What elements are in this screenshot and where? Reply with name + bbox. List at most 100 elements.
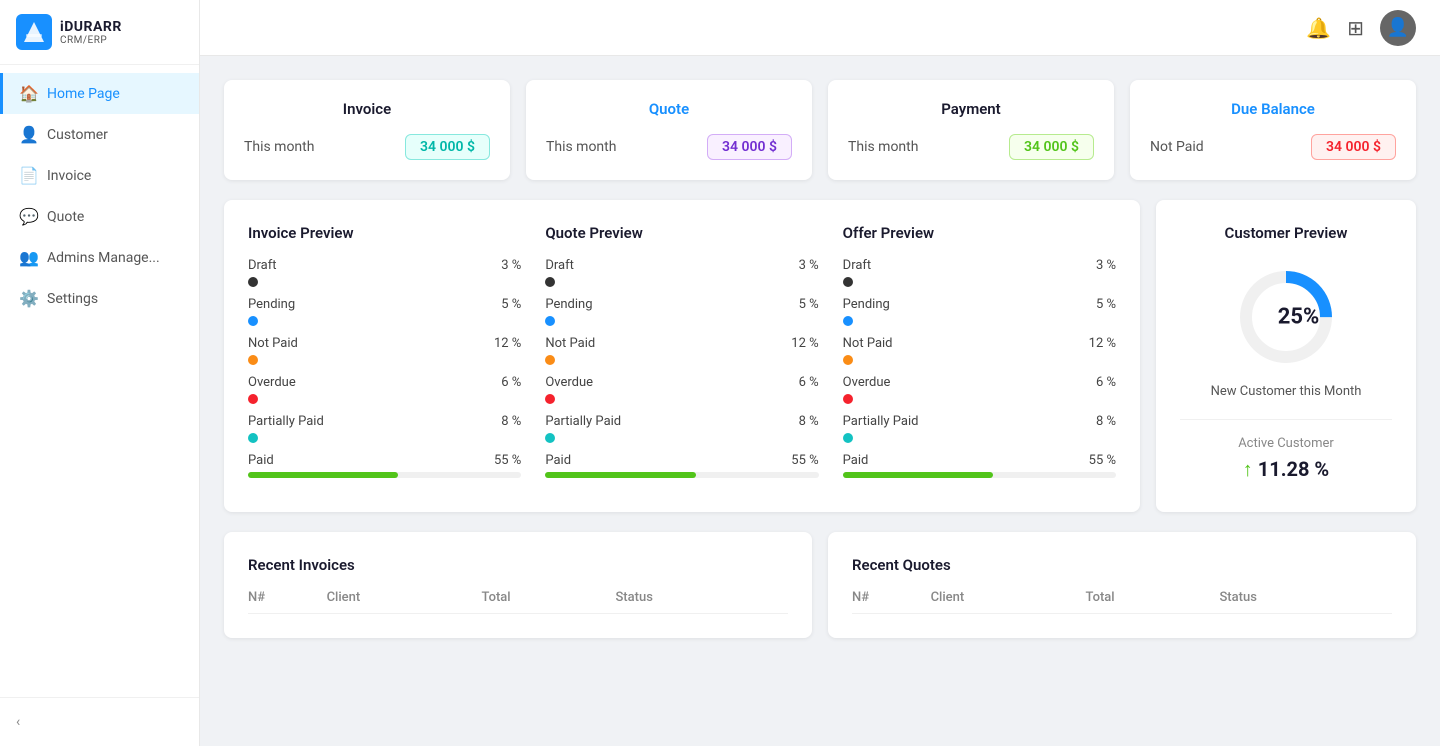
preview-item: Overdue6 % (843, 375, 1116, 404)
notification-icon[interactable]: 🔔 (1306, 16, 1331, 40)
overdue-dot-inv (248, 394, 258, 404)
sidebar-item-customer-label: Customer (47, 127, 108, 143)
logo: iDURARR CRM/ERP (0, 0, 199, 65)
preview-item: Not Paid12 % (248, 336, 521, 365)
donut-chart: 25% (1231, 262, 1341, 372)
stat-card-payment-row: This month 34 000 $ (848, 134, 1094, 160)
preview-item: Partially Paid8 % (545, 414, 818, 443)
sidebar-collapse-button[interactable]: ‹ (0, 697, 199, 746)
paid-bar-inv (248, 472, 521, 478)
sidebar-item-quote[interactable]: 💬 Quote (0, 196, 199, 237)
logo-icon (16, 14, 52, 50)
customer-preview-card: Customer Preview 25% New Customer this M… (1156, 200, 1416, 512)
active-customer-label: Active Customer (1238, 436, 1334, 451)
stat-card-quote-title: Quote (546, 100, 792, 118)
sidebar-item-quote-label: Quote (47, 209, 84, 225)
recent-invoices-title: Recent Invoices (248, 556, 788, 574)
recent-quotes-title: Recent Quotes (852, 556, 1392, 574)
preview-item: Draft3 % (248, 258, 521, 287)
stat-card-quote: Quote This month 34 000 $ (526, 80, 812, 180)
grid-icon[interactable]: ⊞ (1347, 16, 1364, 40)
sidebar-item-home-label: Home Page (47, 86, 120, 102)
table-header-row: N# Client Total Status (852, 590, 1392, 614)
settings-icon: ⚙️ (19, 289, 37, 308)
draft-dot-q (545, 277, 555, 287)
col-client-q: Client (931, 590, 1086, 614)
preview-item: Partially Paid8 % (248, 414, 521, 443)
overdue-dot-o (843, 394, 853, 404)
stat-card-invoice-title: Invoice (244, 100, 490, 118)
avatar[interactable]: 👤 (1380, 10, 1416, 46)
stat-cards: Invoice This month 34 000 $ Quote This m… (224, 80, 1416, 180)
arrow-up-icon: ↑ (1243, 457, 1253, 481)
preview-item: Pending5 % (843, 297, 1116, 326)
active-pct-value: 11.28 % (1258, 457, 1329, 481)
preview-item: Draft3 % (843, 258, 1116, 287)
customer-preview-title: Customer Preview (1180, 224, 1392, 242)
sidebar-item-settings[interactable]: ⚙️ Settings (0, 278, 199, 319)
stat-card-quote-label: This month (546, 139, 616, 155)
sidebar-nav: 🏠 Home Page 👤 Customer 📄 Invoice 💬 Quote… (0, 65, 199, 697)
stat-card-invoice: Invoice This month 34 000 $ (224, 80, 510, 180)
donut-percentage: 25% (1278, 305, 1320, 330)
stat-card-due-title: Due Balance (1150, 100, 1396, 118)
sidebar-item-home[interactable]: 🏠 Home Page (0, 73, 199, 114)
paid-bar-o (843, 472, 1116, 478)
col-total-inv: Total (482, 590, 616, 614)
logo-sub: CRM/ERP (60, 35, 122, 46)
col-n-inv: N# (248, 590, 327, 614)
col-total-q: Total (1086, 590, 1220, 614)
preview-card: Invoice Preview Draft3 % Pending5 % Not … (224, 200, 1140, 512)
partialpaid-dot-o (843, 433, 853, 443)
stat-card-due: Due Balance Not Paid 34 000 $ (1130, 80, 1416, 180)
sidebar-item-invoice[interactable]: 📄 Invoice (0, 155, 199, 196)
preview-item: Overdue6 % (248, 375, 521, 404)
col-status-q: Status (1219, 590, 1392, 614)
active-customer-pct: ↑ 11.28 % (1243, 457, 1329, 482)
invoice-preview: Invoice Preview Draft3 % Pending5 % Not … (248, 224, 521, 488)
overdue-dot-q (545, 394, 555, 404)
sidebar-item-customer[interactable]: 👤 Customer (0, 114, 199, 155)
preview-item: Pending5 % (545, 297, 818, 326)
stat-card-payment-label: This month (848, 139, 918, 155)
preview-item: Not Paid12 % (545, 336, 818, 365)
preview-item: Partially Paid8 % (843, 414, 1116, 443)
col-client-inv: Client (327, 590, 482, 614)
partialpaid-dot-inv (248, 433, 258, 443)
notpaid-dot-q (545, 355, 555, 365)
stat-card-invoice-label: This month (244, 139, 314, 155)
partialpaid-dot-q (545, 433, 555, 443)
sidebar-item-admins[interactable]: 👥 Admins Manage... (0, 237, 199, 278)
quote-preview: Quote Preview Draft3 % Pending5 % Not Pa… (545, 224, 818, 488)
col-n-q: N# (852, 590, 931, 614)
pending-dot-inv (248, 316, 258, 326)
content: Invoice This month 34 000 $ Quote This m… (200, 56, 1440, 746)
sidebar-item-invoice-label: Invoice (47, 168, 91, 184)
preview-item: Paid55 % (843, 453, 1116, 478)
stat-card-invoice-row: This month 34 000 $ (244, 134, 490, 160)
divider (1180, 419, 1392, 420)
stat-card-payment-value: 34 000 $ (1009, 134, 1094, 160)
stat-card-payment-title: Payment (848, 100, 1094, 118)
preview-grid: Invoice Preview Draft3 % Pending5 % Not … (248, 224, 1116, 488)
middle-section: Invoice Preview Draft3 % Pending5 % Not … (224, 200, 1416, 512)
notpaid-dot-o (843, 355, 853, 365)
recent-section: Recent Invoices N# Client Total Status R… (224, 532, 1416, 638)
sidebar-item-admins-label: Admins Manage... (47, 250, 160, 266)
stat-card-invoice-value: 34 000 $ (405, 134, 490, 160)
quote-icon: 💬 (19, 207, 37, 226)
recent-invoices-table: N# Client Total Status (248, 590, 788, 614)
logo-name: iDURARR (60, 19, 122, 35)
avatar-image: 👤 (1387, 17, 1409, 38)
main-area: 🔔 ⊞ 👤 Invoice This month 34 000 $ Quote … (200, 0, 1440, 746)
stat-card-due-row: Not Paid 34 000 $ (1150, 134, 1396, 160)
pending-dot-o (843, 316, 853, 326)
stat-card-payment: Payment This month 34 000 $ (828, 80, 1114, 180)
new-customer-label: New Customer this Month (1211, 384, 1362, 399)
home-icon: 🏠 (19, 84, 37, 103)
offer-preview-title: Offer Preview (843, 224, 1116, 242)
stat-card-quote-row: This month 34 000 $ (546, 134, 792, 160)
logo-text: iDURARR CRM/ERP (60, 19, 122, 46)
col-status-inv: Status (615, 590, 788, 614)
invoice-icon: 📄 (19, 166, 37, 185)
